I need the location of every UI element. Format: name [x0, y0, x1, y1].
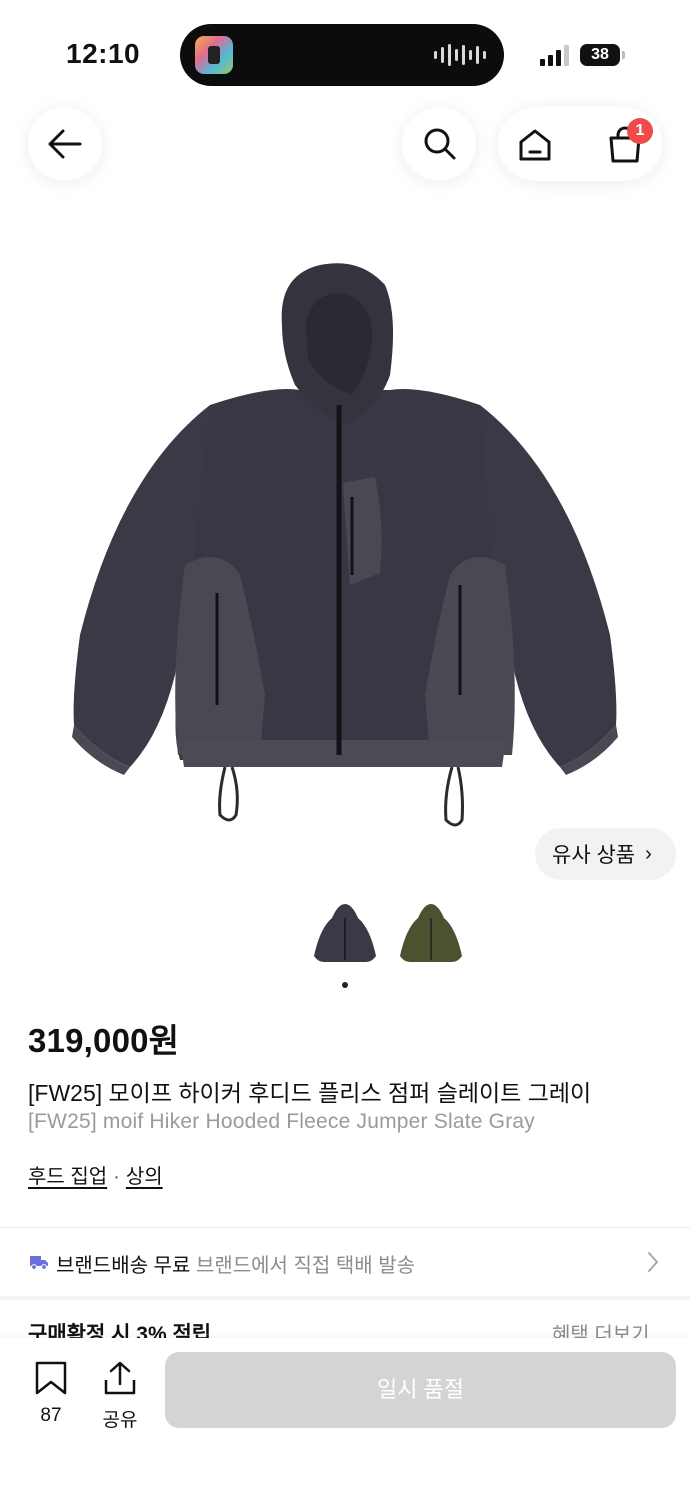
- audio-wave-icon: [434, 42, 486, 68]
- product-title-korean: [FW25] 모이프 하이커 후디드 플리스 점퍼 슬레이트 그레이: [28, 1080, 592, 1106]
- chevron-right-icon: ›: [645, 842, 652, 865]
- cart-count-badge: 1: [627, 118, 653, 144]
- chevron-right-icon: [648, 1252, 658, 1272]
- app-icon: [195, 36, 233, 74]
- shipping-text: 브랜드배송 무료 브랜드에서 직접 택배 발송: [56, 1249, 415, 1278]
- share-button[interactable]: 공유: [90, 1360, 150, 1432]
- color-thumbnail-olive[interactable]: [396, 900, 466, 970]
- truck-icon: [30, 1256, 48, 1270]
- product-image[interactable]: [60, 255, 630, 835]
- bookmark-icon: [35, 1361, 67, 1395]
- color-thumbnail-slate-gray[interactable]: [310, 900, 380, 970]
- bottom-action-bar: 87 공유 일시 품절: [0, 1338, 690, 1500]
- search-button[interactable]: [402, 107, 476, 181]
- status-time: 12:10: [66, 38, 141, 69]
- shipping-detail: 브랜드에서 직접 택배 발송: [195, 1255, 415, 1277]
- similar-products-button[interactable]: 유사 상품 ›: [535, 828, 676, 880]
- home-icon[interactable]: [516, 126, 554, 164]
- sold-out-button[interactable]: 일시 품절: [165, 1352, 676, 1428]
- points-row: 구매확정 시 3% 적립 혜택 더보기: [0, 1300, 690, 1338]
- back-button[interactable]: [28, 107, 102, 181]
- dynamic-island: [180, 24, 504, 86]
- battery-icon: 38: [580, 44, 620, 66]
- arrow-left-icon: [48, 129, 82, 159]
- share-label: 공유: [102, 1410, 138, 1431]
- product-price: 319,000원: [28, 1022, 180, 1059]
- search-icon: [424, 128, 456, 160]
- category-link-tops[interactable]: 상의: [126, 1166, 163, 1188]
- signal-icon: [540, 44, 569, 66]
- bookmark-button[interactable]: 87: [21, 1360, 81, 1427]
- points-label: 구매확정 시 3% 적립: [28, 1323, 212, 1338]
- product-title-english: [FW25] moif Hiker Hooded Fleece Jumper S…: [28, 1110, 535, 1133]
- benefits-more-link[interactable]: 혜택 더보기: [552, 1318, 650, 1338]
- similar-products-label: 유사 상품: [552, 844, 636, 867]
- shipping-info-row[interactable]: 브랜드배송 무료 브랜드에서 직접 택배 발송: [0, 1230, 690, 1294]
- share-icon: [104, 1361, 136, 1395]
- category-separator: ·: [113, 1166, 120, 1188]
- category-breadcrumb: 후드 집업 · 상의: [28, 1160, 163, 1189]
- section-divider: [0, 1227, 690, 1228]
- status-bar: 12:10 38: [0, 0, 690, 100]
- category-link-hood-zipup[interactable]: 후드 집업: [28, 1166, 107, 1188]
- battery-tip: [622, 51, 625, 59]
- bookmark-count: 87: [40, 1405, 62, 1426]
- shipping-free-label: 브랜드배송 무료: [56, 1255, 191, 1277]
- carousel-indicator-dot: [342, 982, 348, 988]
